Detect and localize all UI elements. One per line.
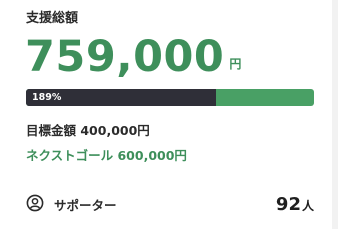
funding-summary-panel: 支援総額 759,000 円 189% 目標金額 400,000円 ネクストゴー… — [0, 0, 338, 229]
person-circle-icon — [26, 194, 44, 212]
supporters-label: サポーター — [54, 198, 117, 213]
progress-bar: 189% — [26, 89, 314, 106]
supporters-row: サポーター 92 人 — [26, 192, 314, 216]
total-amount-value: 759,000 — [25, 32, 225, 82]
goal-amount: 目標金額 400,000円 — [26, 123, 150, 138]
panel-edge — [332, 0, 338, 229]
total-support-label: 支援総額 — [26, 11, 79, 26]
supporters-count: 92 人 — [276, 192, 314, 216]
supporters-count-value: 92 — [275, 194, 301, 215]
total-amount-unit: 円 — [229, 57, 242, 71]
next-goal-amount: ネクストゴール 600,000円 — [26, 148, 187, 163]
progress-percent: 189% — [32, 92, 62, 103]
supporters-count-unit: 人 — [301, 199, 314, 213]
total-amount: 759,000 円 — [25, 33, 241, 81]
